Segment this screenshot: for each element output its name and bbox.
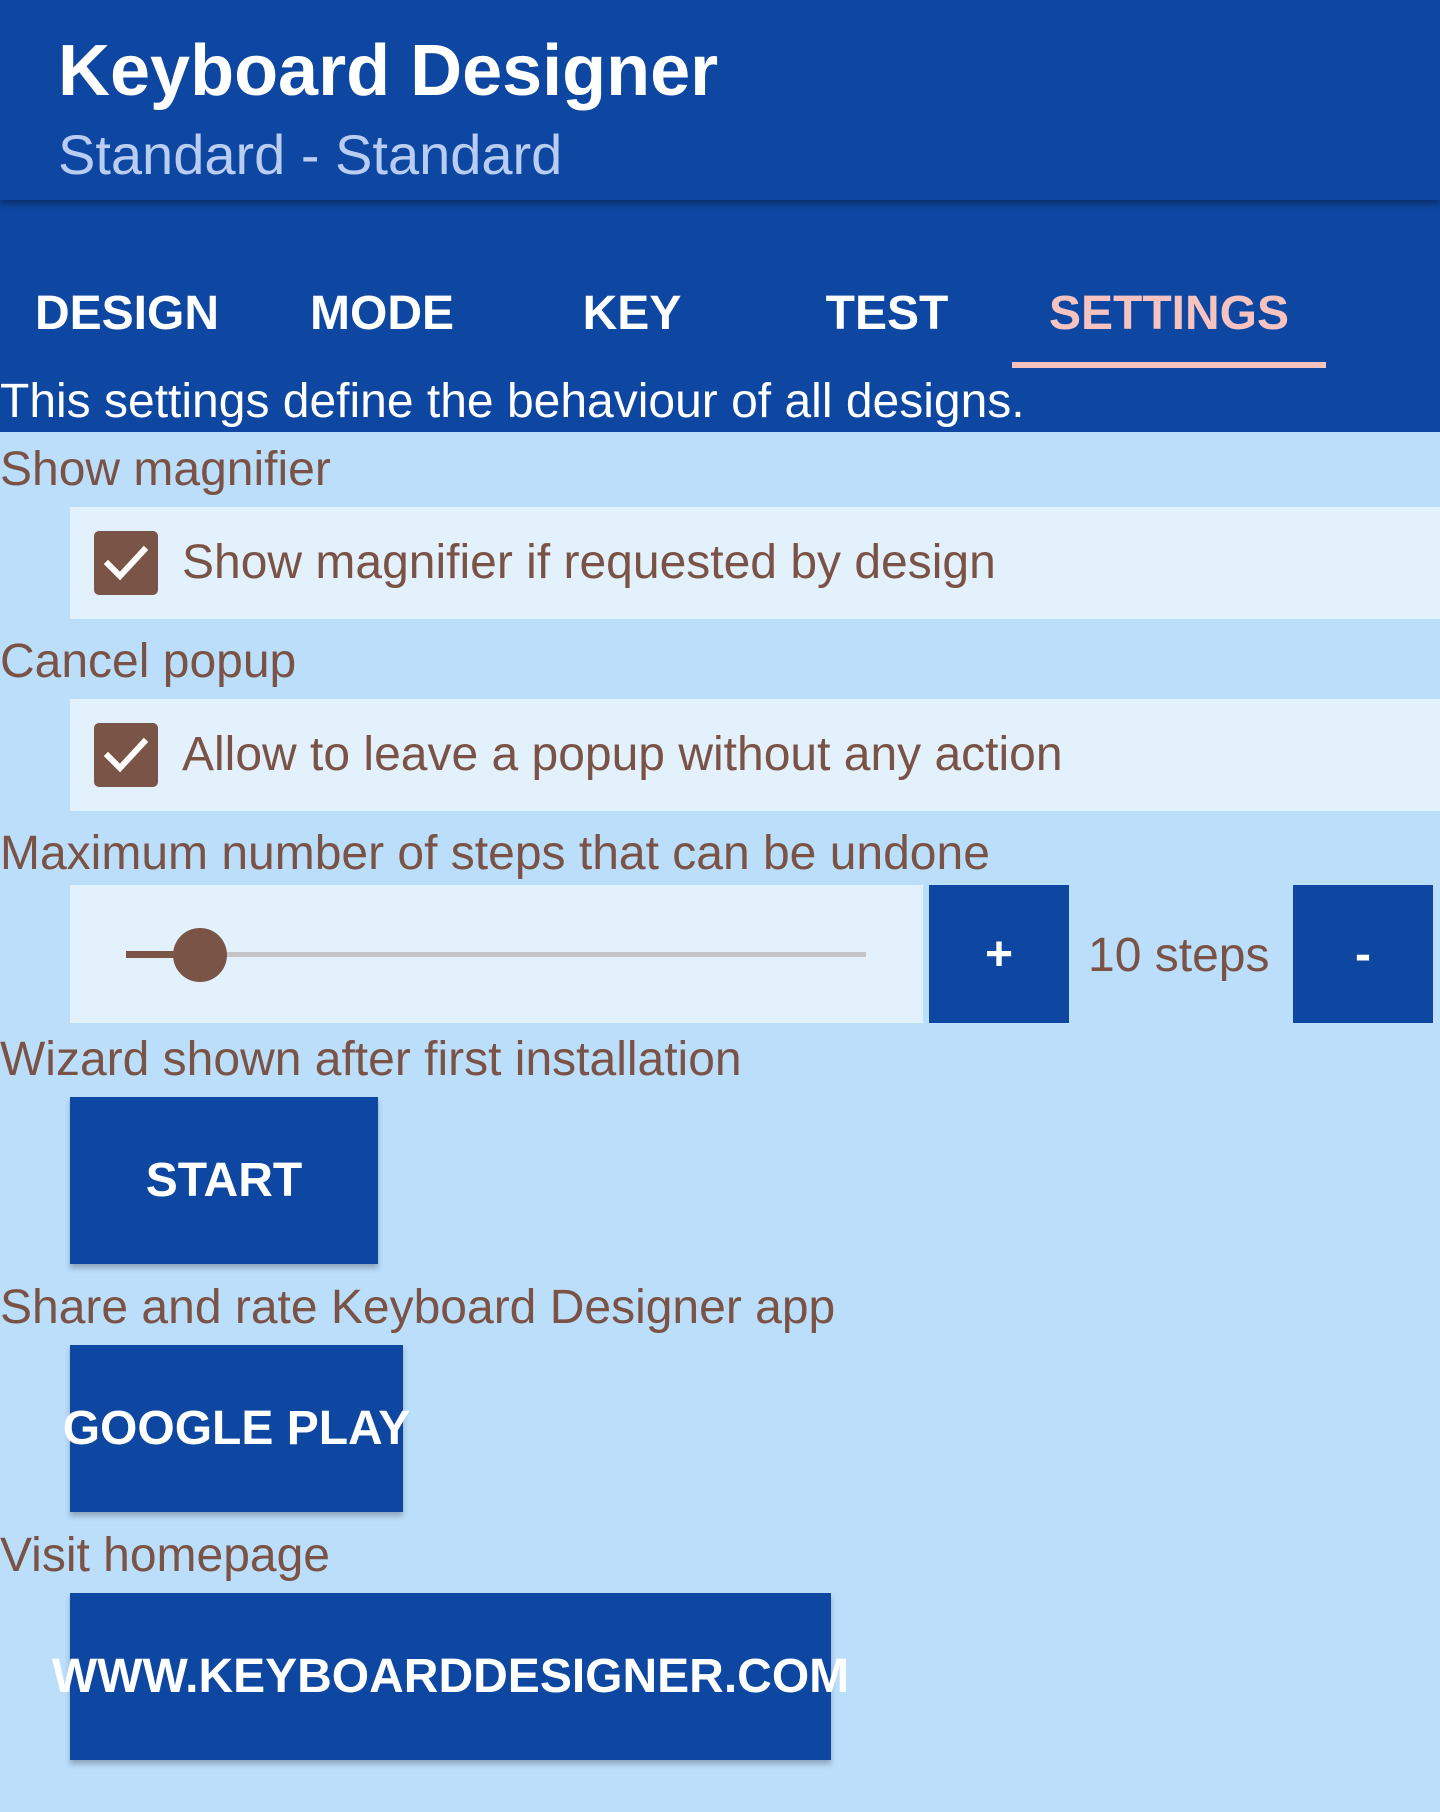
homepage-button[interactable]: WWW.KEYBOARDDESIGNER.COM bbox=[52, 1593, 849, 1760]
app-title: Keyboard Designer bbox=[58, 31, 719, 111]
app-bar: Keyboard Designer Standard - Standard bbox=[0, 0, 1440, 200]
tab-bar: DESIGN MODE KEY TEST SETTINGS This setti… bbox=[0, 200, 1440, 432]
tab-test[interactable]: TEST bbox=[772, 258, 1002, 368]
settings-intro: This settings define the behaviour of al… bbox=[0, 375, 1025, 428]
wizard-section-label: Wizard shown after first installation bbox=[0, 1033, 742, 1086]
magnifier-checkbox[interactable] bbox=[94, 531, 158, 595]
undo-section-label: Maximum number of steps that can be undo… bbox=[0, 827, 990, 880]
tab-key[interactable]: KEY bbox=[532, 258, 732, 368]
tab-design[interactable]: DESIGN bbox=[22, 258, 232, 368]
cancel-popup-checkbox[interactable] bbox=[94, 723, 158, 787]
cancel-popup-checkbox-label: Allow to leave a popup without any actio… bbox=[182, 728, 1063, 781]
start-wizard-button[interactable]: START bbox=[70, 1097, 378, 1264]
magnifier-checkbox-label: Show magnifier if requested by design bbox=[182, 536, 996, 589]
homepage-section-label: Visit homepage bbox=[0, 1529, 330, 1582]
undo-slider-container bbox=[70, 885, 923, 1023]
cancel-popup-checkbox-row[interactable]: Allow to leave a popup without any actio… bbox=[70, 699, 1440, 811]
tab-settings[interactable]: SETTINGS bbox=[1012, 258, 1326, 368]
magnifier-checkbox-row[interactable]: Show magnifier if requested by design bbox=[70, 507, 1440, 619]
undo-steps-value: 10 steps bbox=[1088, 929, 1270, 982]
tab-mode[interactable]: MODE bbox=[272, 258, 492, 368]
decrease-steps-button[interactable]: - bbox=[1293, 885, 1433, 1023]
share-section-label: Share and rate Keyboard Designer app bbox=[0, 1281, 836, 1334]
undo-slider-track[interactable] bbox=[126, 952, 866, 957]
app-subtitle: Standard - Standard bbox=[58, 123, 563, 186]
increase-steps-button[interactable]: + bbox=[929, 885, 1069, 1023]
magnifier-section-label: Show magnifier bbox=[0, 443, 331, 496]
checkmark-icon bbox=[103, 545, 149, 581]
checkmark-icon bbox=[103, 737, 149, 773]
google-play-button[interactable]: GOOGLE PLAY bbox=[63, 1345, 410, 1512]
cancel-popup-section-label: Cancel popup bbox=[0, 635, 297, 688]
active-tab-indicator bbox=[1012, 362, 1326, 368]
undo-slider-thumb[interactable] bbox=[173, 928, 227, 982]
